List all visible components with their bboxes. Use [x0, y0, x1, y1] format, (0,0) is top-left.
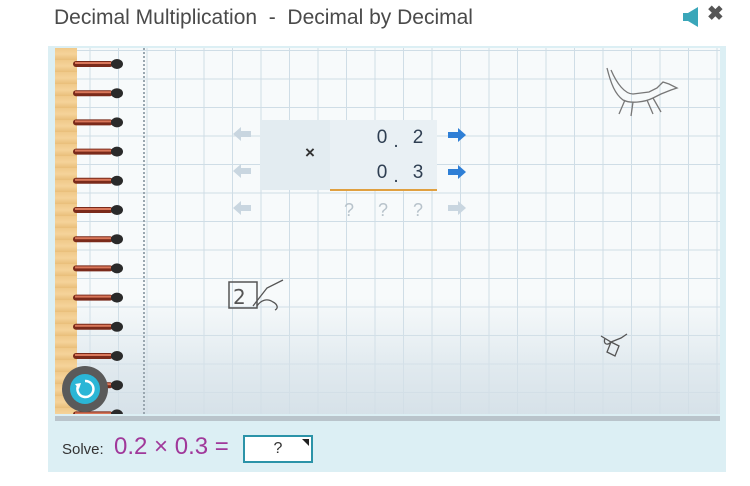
solve-expression: 0.2 × 0.3 = — [114, 433, 229, 460]
binding-ring — [73, 263, 123, 274]
binding-ring — [73, 321, 123, 332]
answer-digit-1[interactable]: ? — [369, 196, 397, 224]
right-arrow-row1-icon[interactable] — [446, 126, 468, 144]
right-arrow-row2-icon[interactable] — [446, 163, 468, 181]
binding-ring — [73, 234, 123, 245]
multiply-operator: × — [305, 143, 315, 162]
binding-ring — [73, 351, 123, 361]
reset-button[interactable] — [62, 366, 108, 412]
paper-bottom-edge — [55, 416, 720, 421]
svg-text:2: 2 — [233, 285, 246, 309]
binding-ring — [73, 175, 123, 186]
left-arrow-row1-icon[interactable] — [231, 125, 253, 143]
digit-row1-2: 2 — [412, 127, 424, 148]
reset-icon — [75, 379, 95, 399]
left-arrow-row2-icon[interactable] — [231, 162, 253, 180]
decimal-point-row2: . — [393, 166, 399, 187]
right-arrow-row3-icon[interactable] — [446, 199, 468, 217]
answer-dropdown[interactable]: ? — [243, 435, 313, 463]
digit-row2-2: 3 — [412, 162, 424, 183]
bug-doodle-icon — [600, 333, 628, 357]
number-card-doodle-icon: 2 — [228, 279, 284, 311]
margin-line — [143, 48, 145, 414]
answer-digit-2[interactable]: ? — [404, 196, 432, 224]
left-arrow-row3-icon[interactable] — [231, 199, 253, 217]
page-title: Decimal Multiplication - Decimal by Deci… — [54, 6, 473, 29]
answer-digit-0[interactable]: ? — [335, 196, 363, 224]
binding-ring — [73, 59, 123, 69]
answer-underline — [330, 189, 437, 191]
solve-label: Solve: — [62, 441, 104, 458]
fox-doodle-icon — [606, 67, 679, 117]
close-button[interactable]: ✖ — [707, 1, 724, 26]
binding-ring — [73, 205, 123, 215]
decimal-point-row1: . — [393, 131, 399, 152]
binding-ring — [73, 88, 123, 99]
operator-shade — [260, 120, 330, 190]
binding-ring — [73, 292, 123, 303]
notebook-paper: × 0 . 2 0 . 3 ? ? ? 2 — [55, 48, 720, 414]
binding-ring — [73, 146, 123, 157]
spiral-binding — [73, 59, 123, 414]
speaker-icon[interactable] — [683, 7, 701, 27]
binding-ring — [73, 117, 123, 128]
